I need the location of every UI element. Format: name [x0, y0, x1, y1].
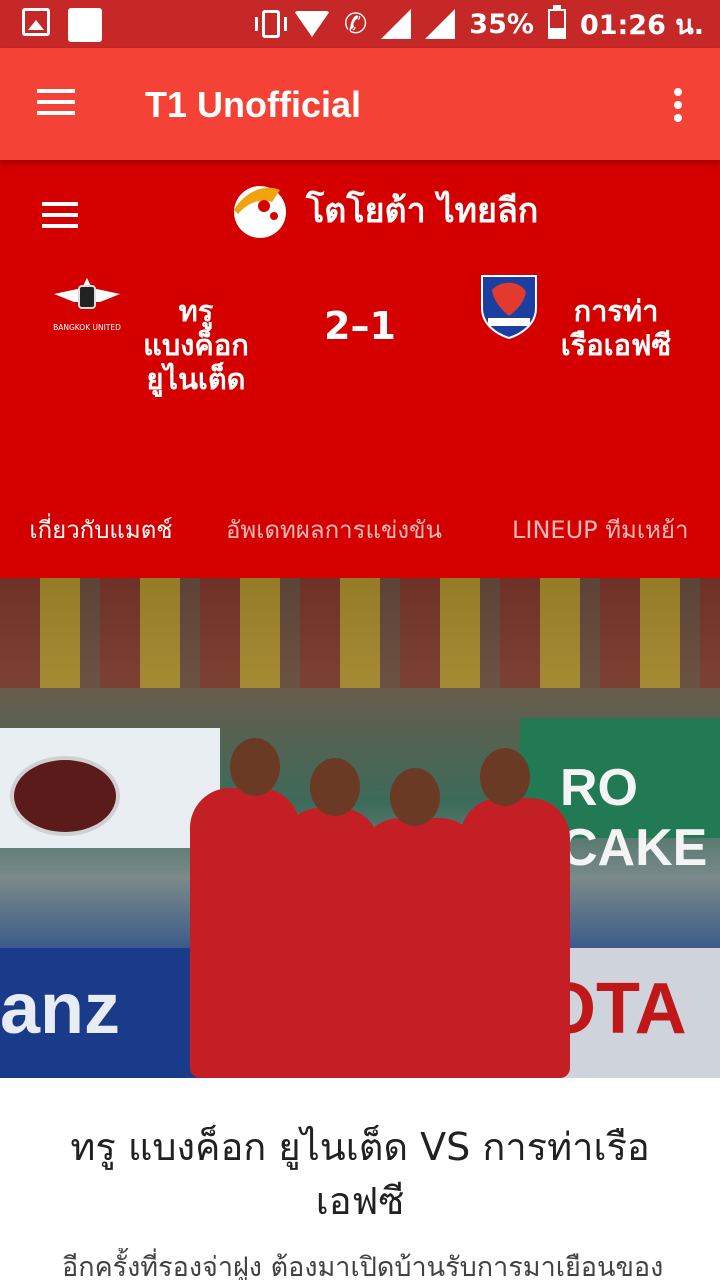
tab-home-lineup[interactable]: LINEUP ทีมเหย้า	[512, 500, 688, 578]
ad-board-right-text: RO CAKE	[560, 759, 708, 877]
image-icon	[22, 8, 50, 36]
score: 2–1	[324, 304, 396, 348]
home-team-logo[interactable]: BANGKOK UNITED	[52, 272, 122, 342]
app-bar: T1 Unofficial	[0, 48, 720, 160]
team-huddle	[190, 668, 570, 1078]
signal-x-icon	[381, 9, 412, 39]
player-head	[480, 748, 530, 806]
match-header: โตโยต้า ไทยลีก BANGKOK UNITED ทรู แบงค็อ…	[0, 160, 720, 918]
match-tabs: เกี่ยวกับแมตช์ อัพเดทผลการแข่งขัน LINEUP…	[0, 500, 720, 918]
home-logo-text: BANGKOK UNITED	[53, 323, 121, 332]
clock: 01:26 น.	[579, 9, 704, 41]
call-lte-icon: ✆	[343, 7, 368, 40]
league-name: โตโยต้า ไทยลีก	[306, 191, 539, 231]
league-header: โตโยต้า ไทยลีก	[228, 180, 538, 240]
hamburger-icon[interactable]	[37, 89, 75, 115]
article-title: ทรู แบงค็อก ยูไนเต็ด VS การท่าเรือเอฟซี	[70, 1125, 650, 1223]
article-body: อีกครั้งที่รองจ่าฝูง ต้องมาเปิดบ้านรับกา…	[62, 1252, 664, 1280]
player-figure	[460, 798, 570, 1078]
ad-bottom-text-left: anz	[0, 969, 121, 1049]
notification-icon	[68, 8, 102, 42]
tab-match-updates[interactable]: อัพเดทผลการแข่งขัน	[226, 500, 442, 578]
player-head	[230, 738, 280, 796]
player-head	[390, 768, 440, 826]
signal-icon	[425, 9, 456, 39]
player-head	[310, 758, 360, 816]
more-vert-icon[interactable]	[674, 88, 682, 122]
vibrate-icon	[254, 10, 287, 38]
status-bar: ✆ 35% 01:26 น.	[0, 0, 720, 48]
tab-about-match[interactable]: เกี่ยวกับแมตช์	[0, 500, 202, 578]
ad-logo-left	[10, 756, 120, 836]
away-team-name[interactable]: การท่าเรือเอฟซี	[556, 294, 676, 362]
menu-icon[interactable]	[42, 202, 78, 228]
hero-image: RO CAKE anz OTA	[0, 578, 720, 1078]
app-title: T1 Unofficial	[145, 84, 362, 125]
league-logo-icon	[234, 186, 286, 238]
battery-icon	[547, 5, 566, 39]
status-left	[22, 8, 102, 42]
wifi-icon	[293, 11, 330, 37]
battery-percent: 35%	[469, 8, 534, 40]
home-team-name[interactable]: ทรู แบงค็อก ยูไนเต็ด	[140, 294, 252, 396]
away-team-logo[interactable]	[474, 270, 544, 340]
status-right: ✆ 35% 01:26 น.	[254, 5, 704, 42]
